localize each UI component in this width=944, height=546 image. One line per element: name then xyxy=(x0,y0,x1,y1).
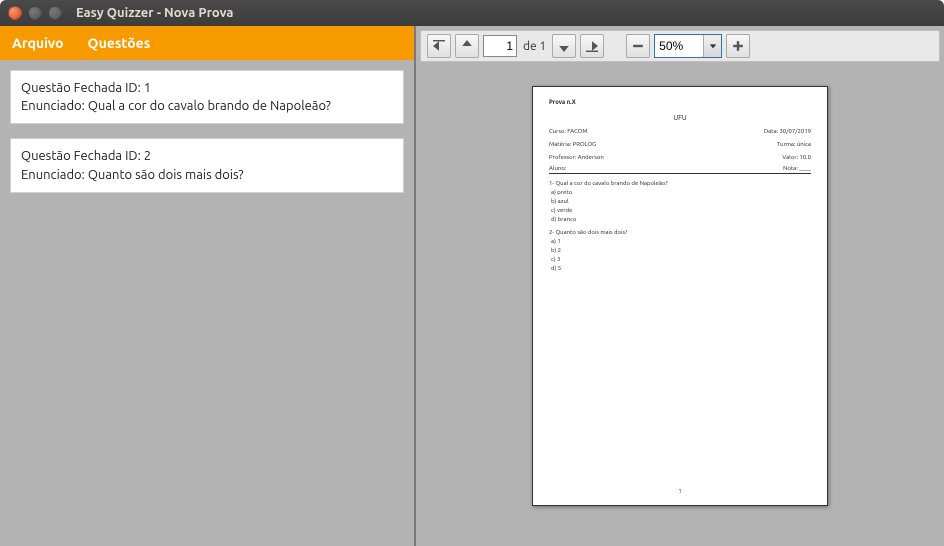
curso-label: Curso: FACOM xyxy=(549,128,588,135)
professor-label: Professor: Anderson xyxy=(549,154,604,161)
zoom-input[interactable] xyxy=(655,39,703,53)
aluno-label: Aluno: xyxy=(549,165,566,172)
menu-questoes[interactable]: Questões xyxy=(88,35,151,51)
page-footer-number: 1 xyxy=(533,488,827,495)
materia-label: Matéria: PROLOG xyxy=(549,141,596,148)
q2-opt: a) 1 xyxy=(551,238,811,245)
question-id-line: Questão Fechada ID: 2 xyxy=(21,147,393,165)
nota-label: Nota: ____ xyxy=(783,165,811,172)
zoom-out-button[interactable] xyxy=(626,34,650,58)
titlebar: Easy Quizzer - Nova Prova xyxy=(0,0,944,26)
question-enun-line: Enunciado: Qual a cor do cavalo brando d… xyxy=(21,97,393,115)
data-label: Data: 30/07/2019 xyxy=(764,128,811,135)
window-title: Easy Quizzer - Nova Prova xyxy=(76,6,234,20)
window-maximize-button[interactable] xyxy=(48,6,62,20)
zoom-combo[interactable] xyxy=(654,34,722,58)
q1-opt: d) branco xyxy=(551,216,811,223)
last-page-button[interactable] xyxy=(580,34,604,58)
question-enun-line: Enunciado: Quanto são dois mais dois? xyxy=(21,166,393,184)
zoom-in-button[interactable] xyxy=(726,34,750,58)
q1-opt: a) preto xyxy=(551,189,811,196)
page-of-label: de 1 xyxy=(521,40,548,53)
q1-opt: c) verde xyxy=(551,207,811,214)
q1-text: 1- Qual a cor do cavalo brando de Napole… xyxy=(549,180,811,187)
university-name: UFU xyxy=(549,114,811,122)
turma-label: Turma: única xyxy=(777,141,811,148)
valor-label: Valor: 10.0 xyxy=(782,154,811,161)
question-card[interactable]: Questão Fechada ID: 1 Enunciado: Qual a … xyxy=(10,70,404,124)
preview-area[interactable]: Prova n.X UFU Curso: FACOM Data: 30/07/2… xyxy=(416,62,944,546)
right-pane: de 1 Prova n.X UFU Curso: FACOM Data xyxy=(416,26,944,546)
q1-opt: b) azul xyxy=(551,198,811,205)
prev-page-button[interactable] xyxy=(455,34,479,58)
preview-toolbar: de 1 xyxy=(420,30,940,62)
question-card[interactable]: Questão Fechada ID: 2 Enunciado: Quanto … xyxy=(10,138,404,192)
question-id-line: Questão Fechada ID: 1 xyxy=(21,79,393,97)
page-number-input[interactable] xyxy=(483,35,517,57)
window-close-button[interactable] xyxy=(8,6,22,20)
menu-arquivo[interactable]: Arquivo xyxy=(12,35,64,51)
q2-opt: d) 5 xyxy=(551,265,811,272)
first-page-button[interactable] xyxy=(427,34,451,58)
questions-list: Questão Fechada ID: 1 Enunciado: Qual a … xyxy=(0,60,414,546)
window-minimize-button[interactable] xyxy=(28,6,42,20)
left-pane: Arquivo Questões Questão Fechada ID: 1 E… xyxy=(0,26,416,546)
zoom-dropdown-button[interactable] xyxy=(703,35,721,57)
q2-text: 2- Quanto são dois mais dois? xyxy=(549,229,811,236)
q2-opt: c) 3 xyxy=(551,256,811,263)
prova-label: Prova n.X xyxy=(549,99,811,106)
next-page-button[interactable] xyxy=(552,34,576,58)
q2-opt: b) 2 xyxy=(551,247,811,254)
menubar: Arquivo Questões xyxy=(0,26,414,60)
page-preview: Prova n.X UFU Curso: FACOM Data: 30/07/2… xyxy=(532,86,828,506)
